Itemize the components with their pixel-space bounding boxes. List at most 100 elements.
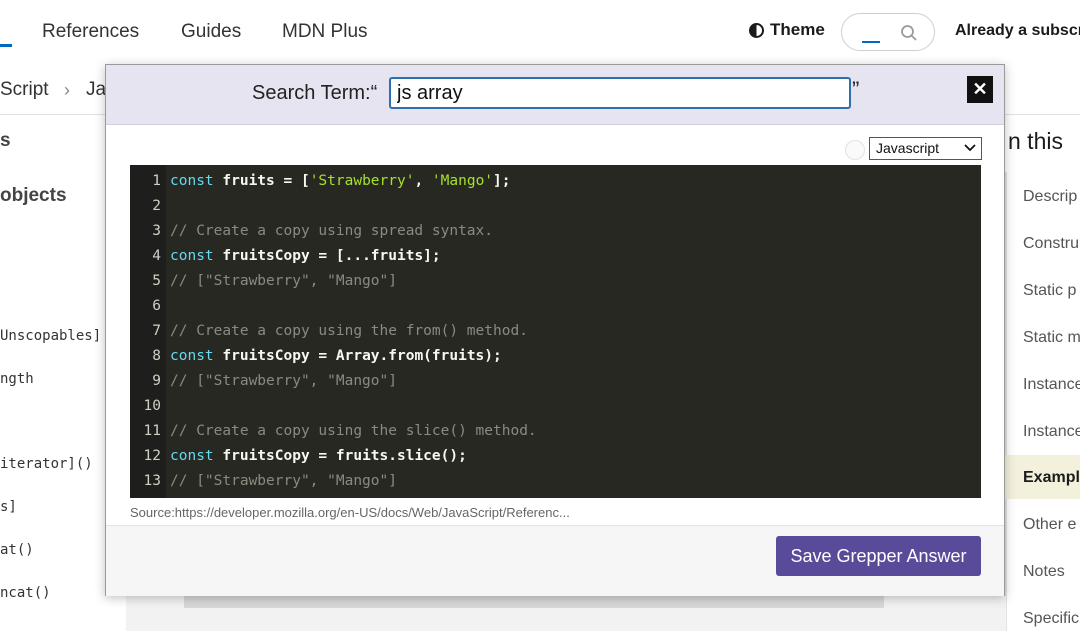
code-line: 9 // ["Strawberry", "Mango"]: [130, 369, 981, 394]
code-text: const fruitsCopy = Array.from(fruits);: [170, 344, 502, 369]
subscriber-link[interactable]: Already a subscr: [955, 22, 1080, 40]
code-keyword: const: [170, 173, 214, 189]
code-comment: // Create a copy using spread syntax.: [170, 223, 494, 239]
nav-link-references[interactable]: References: [42, 21, 139, 43]
language-select[interactable]: Javascript: [869, 137, 982, 160]
code-line: 7 // Create a copy using the from() metho…: [130, 319, 981, 344]
code-string: 'Mango': [431, 173, 494, 189]
code-text-segment: = Array.from(fruits);: [309, 348, 502, 364]
code-identifier: fruitsCopy: [213, 248, 310, 264]
source-link[interactable]: Source:https://developer.mozilla.org/en-…: [130, 505, 570, 520]
search-term-label: Search Term:“: [252, 82, 378, 104]
language-select-value: Javascript: [876, 140, 940, 156]
code-text: // Create a copy using the slice() metho…: [170, 419, 537, 444]
language-radio[interactable]: [845, 140, 865, 160]
toc-item[interactable]: Descrip: [1023, 188, 1077, 206]
theme-icon: [749, 22, 764, 38]
code-line: 12 const fruitsCopy = fruits.slice();: [130, 444, 981, 469]
code-line: 2: [130, 194, 981, 219]
toc-item[interactable]: Static m: [1023, 329, 1080, 347]
content-placeholder: [184, 596, 884, 608]
code-line: 11 // Create a copy using the slice() met…: [130, 419, 981, 444]
line-number: 2: [152, 198, 161, 214]
toc-item[interactable]: Notes: [1023, 563, 1065, 581]
code-comment: // ["Strawberry", "Mango"]: [170, 473, 397, 489]
code-text: // Create a copy using spread syntax.: [170, 219, 493, 244]
code-text: const fruitsCopy = [...fruits];: [170, 244, 441, 269]
line-number: 7: [152, 323, 161, 339]
sidebar-item[interactable]: s]: [0, 499, 17, 515]
breadcrumb-separator-icon: ›: [64, 80, 70, 100]
code-line: 13 // ["Strawberry", "Mango"]: [130, 469, 981, 494]
line-number: 9: [152, 373, 161, 389]
code-identifier: fruitsCopy: [213, 448, 310, 464]
theme-toggle[interactable]: Theme: [749, 20, 825, 40]
toc-item[interactable]: Other e: [1023, 516, 1076, 534]
code-line: 6: [130, 294, 981, 319]
sidebar-item[interactable]: at(): [0, 542, 34, 558]
code-text-segment: = fruits.slice();: [309, 448, 467, 464]
line-number: 11: [143, 423, 161, 439]
line-number: 3: [152, 223, 161, 239]
code-text: // ["Strawberry", "Mango"]: [170, 269, 397, 294]
sidebar-item[interactable]: Unscopables]: [0, 328, 101, 344]
code-comment: // Create a copy using the from() method…: [170, 323, 528, 339]
sidebar-item[interactable]: ngth: [0, 371, 34, 387]
code-line: 5 // ["Strawberry", "Mango"]: [130, 269, 981, 294]
breadcrumb-item-reference[interactable]: Ja: [86, 79, 106, 101]
closing-quote: ”: [852, 77, 860, 102]
code-keyword: const: [170, 448, 214, 464]
code-keyword: const: [170, 348, 214, 364]
sidebar-heading: s: [0, 130, 11, 151]
site-search-box[interactable]: [841, 13, 935, 51]
grepper-answer-modal: Search Term:“ ” ✕ Javascript 1 const frui…: [105, 64, 1005, 596]
save-grepper-answer-button[interactable]: Save Grepper Answer: [776, 536, 981, 576]
line-number: 8: [152, 348, 161, 364]
code-text-segment: ,: [414, 173, 432, 189]
top-navigation: References Guides MDN Plus Theme Already…: [0, 0, 1080, 65]
text-caret: [862, 41, 880, 43]
nav-link-mdn-plus[interactable]: MDN Plus: [282, 21, 368, 43]
code-text: const fruits = ['Strawberry', 'Mango'];: [170, 169, 511, 194]
code-text: // ["Strawberry", "Mango"]: [170, 469, 397, 494]
code-text: // ["Strawberry", "Mango"]: [170, 369, 397, 394]
sidebar-item[interactable]: ncat(): [0, 585, 51, 601]
code-line: 4 const fruitsCopy = [...fruits];: [130, 244, 981, 269]
chevron-down-icon: [964, 144, 976, 152]
line-number: 6: [152, 298, 161, 314]
line-number: 5: [152, 273, 161, 289]
code-line: 8 const fruitsCopy = Array.from(fruits);: [130, 344, 981, 369]
toc-title: n this: [1008, 128, 1063, 154]
close-button[interactable]: ✕: [967, 76, 993, 103]
code-identifier: fruits: [213, 173, 275, 189]
code-identifier: fruitsCopy: [213, 348, 310, 364]
theme-label: Theme: [770, 20, 825, 39]
toc-item[interactable]: Instance: [1023, 376, 1080, 394]
code-text: const fruitsCopy = fruits.slice();: [170, 444, 467, 469]
modal-header: Search Term:“ ” ✕: [106, 65, 1004, 125]
page-content-edge: [126, 596, 1006, 631]
breadcrumb-item-javascript[interactable]: Script: [0, 79, 49, 101]
code-keyword: const: [170, 248, 214, 264]
sidebar-item[interactable]: iterator](): [0, 456, 93, 472]
toc-item[interactable]: Constru: [1023, 235, 1079, 253]
code-text-segment: = [...fruits];: [309, 248, 441, 264]
toc-item-active[interactable]: Exampl: [1023, 469, 1080, 487]
line-number: 12: [143, 448, 161, 464]
nav-link-guides[interactable]: Guides: [181, 21, 241, 43]
code-line: 1 const fruits = ['Strawberry', 'Mango'];: [130, 169, 981, 194]
toc-item[interactable]: Instance: [1023, 423, 1080, 441]
code-editor[interactable]: 1 const fruits = ['Strawberry', 'Mango'];…: [130, 165, 981, 498]
code-text-segment: = [: [274, 173, 310, 189]
code-comment: // ["Strawberry", "Mango"]: [170, 373, 397, 389]
toc-border: [1005, 172, 1007, 631]
code-line: 3 // Create a copy using spread syntax.: [130, 219, 981, 244]
line-number: 4: [152, 248, 161, 264]
code-comment: // ["Strawberry", "Mango"]: [170, 273, 397, 289]
toc-item[interactable]: Specific: [1023, 610, 1079, 628]
code-text: // Create a copy using the from() method…: [170, 319, 528, 344]
toc-item[interactable]: Static p: [1023, 282, 1076, 300]
search-term-input[interactable]: [389, 77, 851, 109]
code-string: 'Strawberry': [309, 173, 415, 189]
active-nav-indicator: [0, 44, 12, 47]
